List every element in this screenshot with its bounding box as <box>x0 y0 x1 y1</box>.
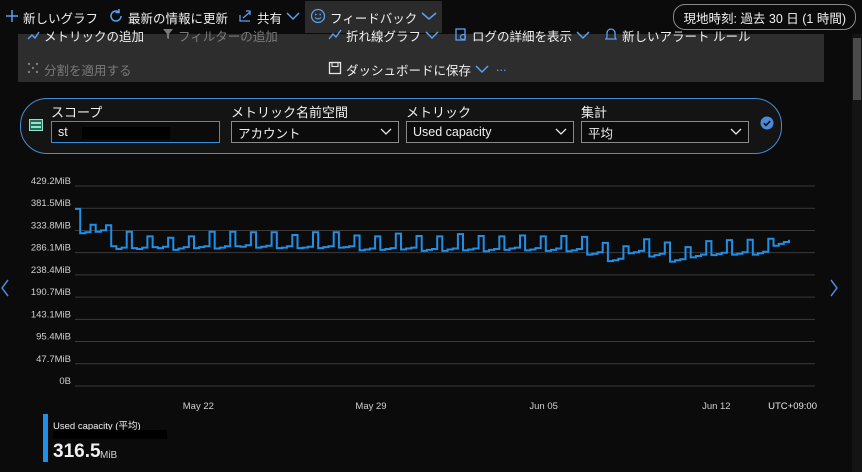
y-tick-label: 190.7MiB <box>31 287 71 298</box>
line-chart[interactable]: 429.2MiB 381.5MiB 333.8MiB 286.1MiB 238.4MiB… <box>0 0 862 472</box>
y-tick-label: 143.1MiB <box>31 309 71 320</box>
x-tick-label: May 22 <box>183 401 214 412</box>
x-tick-label: Jun 12 <box>702 401 731 412</box>
timezone-label: UTC+09:00 <box>768 401 817 412</box>
chevron-left-icon[interactable] <box>0 278 10 301</box>
x-tick-label: May 29 <box>355 401 386 412</box>
y-tick-label: 286.1MiB <box>31 243 71 254</box>
y-tick-label: 381.5MiB <box>31 198 71 209</box>
y-tick-label: 333.8MiB <box>31 220 71 231</box>
y-tick-label: 95.4MiB <box>36 332 71 343</box>
redaction-bar <box>53 430 167 439</box>
legend-unit: MiB <box>100 450 118 461</box>
y-tick-label: 238.4MiB <box>31 265 71 276</box>
series-line-used-capacity[interactable] <box>75 207 790 263</box>
y-tick-label: 0B <box>59 376 71 387</box>
y-tick-label: 429.2MiB <box>31 176 71 187</box>
legend-color-swatch <box>43 414 48 462</box>
legend-value: 316.5 <box>53 441 101 462</box>
y-tick-label: 47.7MiB <box>36 354 71 365</box>
x-tick-label: Jun 05 <box>529 401 558 412</box>
chevron-right-icon[interactable] <box>829 278 839 301</box>
